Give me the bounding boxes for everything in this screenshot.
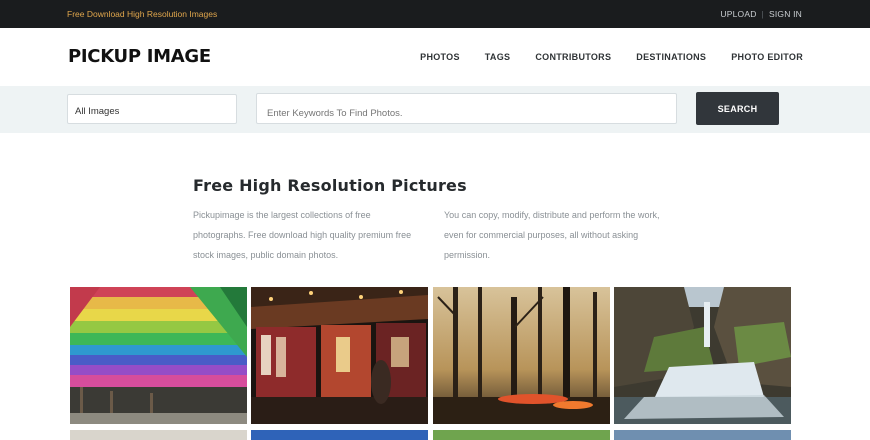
nav-destinations[interactable]: DESTINATIONS bbox=[636, 52, 706, 62]
photo-thumbnail-lanterns[interactable] bbox=[70, 287, 247, 424]
account-links: UPLOAD | SIGN IN bbox=[720, 9, 802, 19]
intro-text-right: You can copy, modify, distribute and per… bbox=[444, 210, 660, 260]
nav-photos[interactable]: PHOTOS bbox=[420, 52, 460, 62]
main-nav: PHOTOS TAGS CONTRIBUTORS DESTINATIONS PH… bbox=[395, 52, 803, 62]
photo-thumbnail-row2-4[interactable] bbox=[614, 430, 791, 440]
search-button[interactable]: SEARCH bbox=[696, 92, 779, 125]
photo-thumbnail-forest-fire[interactable] bbox=[433, 287, 610, 424]
tagline: Free Download High Resolution Images bbox=[67, 9, 218, 19]
market-image bbox=[251, 287, 428, 424]
intro-text-left: Pickupimage is the largest collections o… bbox=[193, 210, 412, 260]
waterfall-image bbox=[614, 287, 791, 424]
sign-in-link[interactable]: SIGN IN bbox=[769, 9, 802, 19]
nav-contributors[interactable]: CONTRIBUTORS bbox=[535, 52, 611, 62]
photo-thumbnail-waterfall[interactable] bbox=[614, 287, 791, 424]
photo-thumbnail-row2-2[interactable] bbox=[251, 430, 428, 440]
photo-thumbnail-row2-1[interactable] bbox=[70, 430, 247, 440]
keyword-search-input[interactable] bbox=[256, 93, 677, 124]
site-logo[interactable]: PICKUP IMAGE bbox=[68, 46, 211, 67]
forest-fire-image bbox=[433, 287, 610, 424]
intro-title: Free High Resolution Pictures bbox=[193, 176, 467, 195]
category-select[interactable]: All Images bbox=[67, 94, 237, 124]
upload-link[interactable]: UPLOAD bbox=[720, 9, 756, 19]
site-header: PICKUP IMAGE PHOTOS TAGS CONTRIBUTORS DE… bbox=[0, 28, 870, 86]
photo-thumbnail-row2-3[interactable] bbox=[433, 430, 610, 440]
search-band: All Images SEARCH bbox=[0, 86, 870, 133]
top-bar: Free Download High Resolution Images UPL… bbox=[0, 0, 870, 28]
lanterns-image bbox=[70, 287, 247, 424]
photo-thumbnail-market[interactable] bbox=[251, 287, 428, 424]
link-separator: | bbox=[761, 9, 764, 19]
nav-photo-editor[interactable]: PHOTO EDITOR bbox=[731, 52, 803, 62]
nav-tags[interactable]: TAGS bbox=[485, 52, 511, 62]
